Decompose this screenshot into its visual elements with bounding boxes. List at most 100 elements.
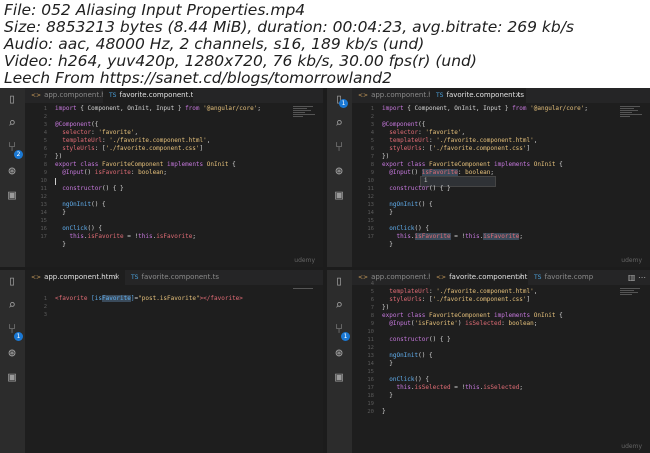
extensions-icon[interactable]: ▣ [3, 187, 21, 205]
code-line: import { Component, OnInit, Input } from… [55, 105, 261, 112]
search-icon[interactable]: ⌕ [330, 297, 348, 315]
line-number: 1 [43, 296, 47, 302]
ts-file-icon: TS [131, 274, 139, 281]
code-line: <favorite [isFavorite]="post.isFavorite"… [55, 295, 243, 302]
tab-label: favorite.component.ts [119, 91, 193, 99]
debug-icon[interactable]: ⊛ [330, 163, 348, 181]
close-icon[interactable]: × [517, 270, 523, 285]
line-number: 9 [43, 170, 47, 176]
debug-icon[interactable]: ⊛ [330, 345, 348, 363]
tab-label: app.component.html [371, 91, 430, 99]
code-line: }) [382, 153, 390, 160]
code-line: } [382, 392, 393, 399]
code-line: } [382, 241, 393, 248]
tab-label: favorite.component.ts [446, 91, 524, 99]
editor-pane-top-right: ▯ 1 ⌕ ⑂ ⊛ ▣ <>app.component.html TSfavor… [327, 88, 650, 267]
files-icon[interactable]: ▯ [3, 91, 21, 109]
editor-pane-bottom-right: ▯ ⌕ ⑂ 1 ⊛ ▣ <>app.component.html <>favor… [327, 270, 650, 453]
code-editor[interactable]: 1 2 3 <favorite [isFavorite]="post.isFav… [25, 285, 323, 453]
source-control-icon[interactable]: ⑂ [330, 139, 348, 157]
split-editor-icon[interactable]: ▥ ⋯ [628, 270, 646, 285]
line-number: 7 [370, 305, 374, 311]
source-line: Leech From https://sanet.cd/blogs/tomorr… [4, 69, 392, 87]
line-number: 1 [43, 106, 47, 112]
code-editor[interactable]: 1 2 3 4 5 6 7 8 9 10 11 12 13 14 15 16 1… [25, 103, 323, 267]
code-editor[interactable]: 1 2 3 4 5 6 7 8 9 10 11 12 13 14 15 16 1… [352, 103, 650, 267]
text-cursor [55, 178, 56, 185]
search-icon[interactable]: ⌕ [330, 115, 348, 133]
tab-favorite-component-ts[interactable]: TS favorite.component.ts [103, 88, 193, 103]
code-line: @Component({ [382, 121, 426, 128]
close-icon[interactable]: × [515, 88, 521, 103]
tab-app-component-html[interactable]: <>app.component.html [25, 88, 103, 103]
line-number: 5 [370, 138, 374, 144]
line-number: 7 [43, 154, 47, 160]
code-editor[interactable]: 4 5 6 7 8 9 10 11 12 13 14 15 16 17 18 1… [352, 281, 650, 453]
line-number: 6 [43, 146, 47, 152]
tab-bar: <>app.component.html TSfavorite.componen… [25, 88, 323, 103]
ts-file-icon: TS [534, 274, 542, 281]
minimap[interactable] [293, 105, 319, 131]
source-control-badge: 2 [14, 150, 23, 159]
tab-app-component-html[interactable]: <>app.component.html [352, 88, 430, 103]
code-line: } [382, 360, 393, 367]
ts-file-icon: TS [109, 92, 117, 99]
line-number: 15 [40, 218, 47, 224]
line-number: 16 [40, 226, 47, 232]
watermark: udemy [621, 443, 642, 450]
line-number: 13 [40, 202, 47, 208]
code-line: } [382, 209, 393, 216]
line-number: 12 [367, 345, 374, 351]
line-number: 3 [370, 122, 374, 128]
minimap[interactable] [620, 105, 646, 131]
file-line: File: 052 Aliasing Input Properties.mp4 [4, 1, 306, 19]
code-line: this.isFavorite = !this.isFavorite; [396, 233, 523, 240]
extensions-icon[interactable]: ▣ [330, 187, 348, 205]
code-line: this.isSelected = !this.isSelected; [396, 384, 523, 391]
code-line: onClick() { [62, 225, 102, 232]
debug-icon[interactable]: ⊛ [3, 163, 21, 181]
files-icon[interactable]: ▯ [3, 273, 21, 291]
line-number: 14 [367, 210, 374, 216]
line-number: 9 [370, 321, 374, 327]
line-number: 13 [367, 202, 374, 208]
debug-icon[interactable]: ⊛ [3, 345, 21, 363]
search-icon[interactable]: ⌕ [3, 297, 21, 315]
minimap[interactable] [620, 287, 646, 313]
editor-pane-bottom-left: ▯ ⌕ ⑂ 1 ⊛ ▣ <> app.component.html × TS favo… [0, 270, 323, 453]
html-file-icon: <> [358, 92, 369, 99]
watermark: udemy [621, 257, 642, 264]
extensions-icon[interactable]: ▣ [3, 369, 21, 387]
activity-bar: ▯ ⌕ ⑂ 1 ⊛ ▣ [0, 270, 25, 453]
search-icon[interactable]: ⌕ [3, 115, 21, 133]
code-line: export class FavoriteComponent implement… [382, 161, 563, 168]
code-line: } [382, 408, 386, 415]
line-number: 7 [370, 154, 374, 160]
tab-favorite-component-ts[interactable]: TS favorite.component.ts × [430, 88, 526, 103]
tab-app-component-html[interactable]: <> app.component.html × [25, 270, 125, 285]
line-number: 12 [367, 194, 374, 200]
line-number: 14 [40, 210, 47, 216]
line-number: 3 [43, 312, 47, 318]
code-line: import { Component, OnInit, Input } from… [382, 105, 588, 112]
code-line: constructor() { } [389, 336, 451, 343]
line-number: 9 [370, 170, 374, 176]
tab-favorite-component-ts[interactable]: TS favorite.component.ts [125, 270, 225, 285]
line-number: 17 [367, 385, 374, 391]
line-number: 8 [370, 162, 374, 168]
editor-pane-top-left: ▯ ⌕ ⑂ 2 ⊛ ▣ <>app.component.html TSfavor… [0, 88, 323, 267]
code-line: templateUrl: './favorite.component.html'… [389, 137, 538, 144]
files-icon[interactable]: ▯ [330, 273, 348, 291]
line-number: 2 [43, 304, 47, 310]
extensions-icon[interactable]: ▣ [330, 369, 348, 387]
line-number: 16 [367, 226, 374, 232]
line-number: 6 [370, 297, 374, 303]
tab-favorite-component-html[interactable]: <> favorite.component.html × [430, 270, 528, 285]
code-line: export class FavoriteComponent implement… [55, 161, 236, 168]
code-line: }) [55, 153, 63, 160]
close-icon[interactable]: × [114, 270, 120, 285]
tab-favorite-component-ts[interactable]: TS favorite.comp [528, 270, 606, 285]
minimap[interactable] [293, 287, 319, 313]
line-number: 18 [367, 393, 374, 399]
video-info-header: File: 052 Aliasing Input Properties.mp4 … [0, 0, 650, 88]
